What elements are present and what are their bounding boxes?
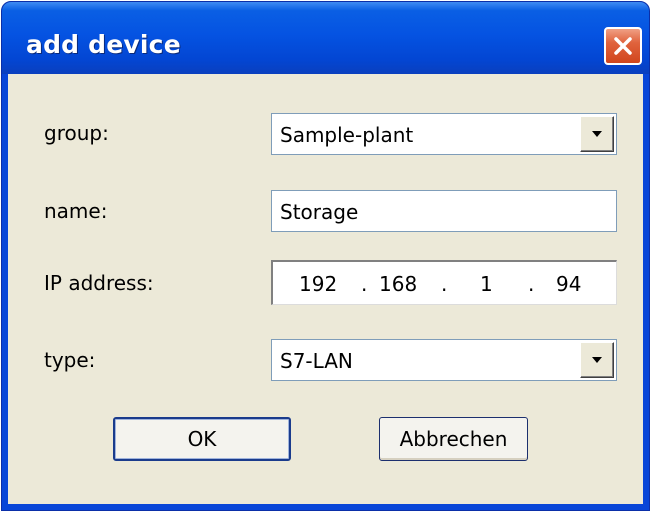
close-button[interactable] xyxy=(604,27,642,65)
name-field-value: Storage xyxy=(280,200,359,224)
type-label: type: xyxy=(44,348,96,372)
chevron-down-icon xyxy=(592,131,602,137)
type-select[interactable]: S7-LAN xyxy=(271,339,617,381)
ip-address-field[interactable]: 192 . 168 . 1 . 94 xyxy=(271,260,617,305)
ip-octet-3[interactable]: 1 xyxy=(480,272,493,296)
group-label: group: xyxy=(44,121,109,145)
ip-separator-2: . xyxy=(441,272,448,296)
ip-separator-3: . xyxy=(528,272,535,296)
dialog-body: group: Sample-plant name: Storage IP add… xyxy=(8,74,643,504)
name-field[interactable]: Storage xyxy=(271,190,617,232)
ok-button[interactable]: OK xyxy=(113,417,291,461)
chevron-down-icon xyxy=(592,357,602,363)
ip-octet-4[interactable]: 94 xyxy=(556,272,581,296)
add-device-dialog: add device group: Sample-plant name: Sto… xyxy=(1,1,650,511)
type-select-value: S7-LAN xyxy=(280,349,353,373)
group-select[interactable]: Sample-plant xyxy=(271,113,617,155)
group-select-value: Sample-plant xyxy=(280,123,414,147)
cancel-button[interactable]: Abbrechen xyxy=(379,417,528,461)
name-label: name: xyxy=(44,199,108,223)
ip-separator-1: . xyxy=(361,272,368,296)
ip-octet-2[interactable]: 168 xyxy=(379,272,417,296)
ip-address-label: IP address: xyxy=(44,271,154,295)
type-dropdown-button[interactable] xyxy=(580,342,614,378)
ip-octet-1[interactable]: 192 xyxy=(299,272,337,296)
dialog-title: add device xyxy=(26,30,181,59)
close-icon xyxy=(614,37,632,55)
group-dropdown-button[interactable] xyxy=(580,116,614,152)
title-bar[interactable]: add device xyxy=(2,2,649,74)
